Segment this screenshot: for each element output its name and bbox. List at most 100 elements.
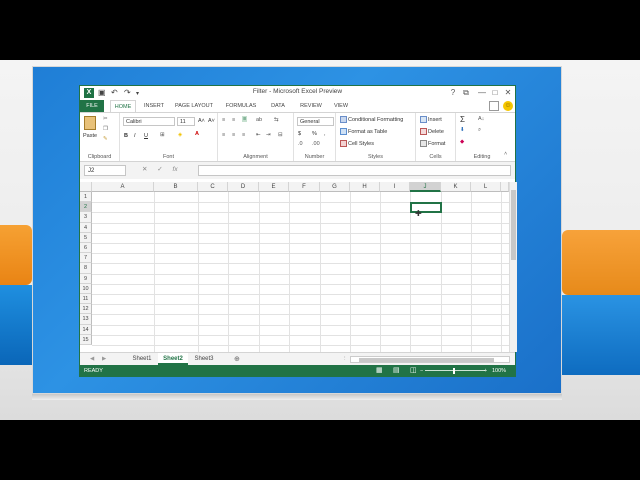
- tab-data[interactable]: DATA: [265, 100, 291, 112]
- enter-icon[interactable]: ✓: [157, 166, 162, 173]
- row-header[interactable]: 15: [80, 334, 92, 345]
- autosum-button[interactable]: Σ: [460, 115, 465, 124]
- insert-cells-button[interactable]: Insert: [420, 116, 442, 123]
- zoom-level[interactable]: 100%: [492, 365, 506, 377]
- tab-home[interactable]: HOME: [110, 100, 136, 112]
- cancel-icon[interactable]: ✕: [142, 166, 147, 173]
- currency-button[interactable]: $: [298, 131, 301, 137]
- column-header-selected[interactable]: J: [410, 182, 441, 192]
- row-header[interactable]: 13: [80, 314, 92, 325]
- page-break-view-icon[interactable]: ◫: [410, 365, 417, 377]
- shrink-font-button[interactable]: A˅: [208, 118, 215, 124]
- zoom-slider-knob[interactable]: [453, 368, 455, 374]
- select-all-corner[interactable]: [80, 182, 92, 192]
- conditional-formatting-button[interactable]: Conditional Formatting: [340, 116, 403, 123]
- orientation-icon[interactable]: ab: [256, 117, 262, 123]
- column-header[interactable]: D: [228, 182, 259, 192]
- sheet-tab-active[interactable]: Sheet2: [158, 353, 188, 365]
- formula-input[interactable]: [198, 165, 511, 176]
- prev-sheet-icon[interactable]: ◀: [90, 356, 94, 362]
- tab-insert[interactable]: INSERT: [140, 100, 168, 112]
- format-painter-icon[interactable]: ✎: [103, 136, 108, 142]
- row-header[interactable]: 7: [80, 253, 92, 264]
- minimize-button[interactable]: —: [477, 87, 487, 98]
- zoom-out-button[interactable]: −: [420, 365, 423, 377]
- row-header[interactable]: 8: [80, 263, 92, 274]
- percent-button[interactable]: %: [312, 131, 317, 137]
- sort-filter-icon[interactable]: A↓: [478, 116, 484, 122]
- row-header[interactable]: 12: [80, 304, 92, 315]
- cell-styles-button[interactable]: Cell Styles: [340, 140, 374, 147]
- align-left-icon[interactable]: ≡: [222, 132, 225, 138]
- row-header[interactable]: 9: [80, 273, 92, 284]
- font-color-icon[interactable]: A: [195, 131, 199, 137]
- sheet-bar-splitter[interactable]: ⋮: [342, 356, 348, 362]
- column-header[interactable]: C: [198, 182, 228, 192]
- zoom-slider[interactable]: [425, 370, 485, 371]
- feedback-smiley-icon[interactable]: ☺: [503, 101, 513, 111]
- row-header-selected[interactable]: 2: [80, 202, 92, 213]
- delete-cells-button[interactable]: Delete: [420, 128, 444, 135]
- row-header[interactable]: 10: [80, 283, 92, 294]
- column-header[interactable]: A: [92, 182, 154, 192]
- column-header[interactable]: I: [380, 182, 410, 192]
- decrease-indent-icon[interactable]: ⇤: [256, 132, 261, 138]
- insert-function-button[interactable]: fx: [173, 166, 178, 173]
- format-as-table-button[interactable]: Format as Table: [340, 128, 387, 135]
- add-sheet-button[interactable]: ⊕: [234, 355, 240, 363]
- row-header[interactable]: 1: [80, 192, 92, 203]
- grow-font-button[interactable]: A˄: [198, 118, 205, 124]
- column-header[interactable]: E: [259, 182, 289, 192]
- borders-icon[interactable]: ⊞: [160, 132, 165, 138]
- column-header[interactable]: K: [441, 182, 471, 192]
- align-middle-icon[interactable]: ≡: [232, 117, 235, 123]
- column-header[interactable]: G: [320, 182, 350, 192]
- fill-color-icon[interactable]: ◈: [178, 132, 182, 138]
- paste-button[interactable]: Paste: [83, 133, 97, 139]
- align-right-icon[interactable]: ≡: [242, 132, 245, 138]
- italic-button[interactable]: I: [134, 133, 136, 139]
- horizontal-scrollbar[interactable]: [350, 356, 510, 363]
- paste-icon[interactable]: [84, 116, 96, 130]
- row-header[interactable]: 6: [80, 243, 92, 254]
- merge-center-icon[interactable]: ⊟: [278, 132, 283, 138]
- clear-icon[interactable]: ◆: [460, 139, 464, 145]
- underline-button[interactable]: U: [144, 133, 148, 139]
- align-top-icon[interactable]: ≡: [222, 117, 225, 123]
- close-button[interactable]: ✕: [503, 87, 513, 98]
- normal-view-icon[interactable]: ▦: [376, 365, 383, 377]
- row-header[interactable]: 14: [80, 324, 92, 335]
- bold-button[interactable]: B: [124, 133, 128, 139]
- find-select-icon[interactable]: ⌕: [478, 127, 481, 134]
- zoom-in-button[interactable]: +: [484, 365, 487, 377]
- tab-review[interactable]: REVIEW: [296, 100, 326, 112]
- user-account-icon[interactable]: [489, 101, 499, 111]
- tab-page-layout[interactable]: PAGE LAYOUT: [173, 100, 215, 112]
- maximize-button[interactable]: □: [490, 87, 500, 98]
- number-format-dropdown[interactable]: General: [297, 117, 334, 126]
- tab-view[interactable]: VIEW: [330, 100, 352, 112]
- tab-formulas[interactable]: FORMULAS: [223, 100, 259, 112]
- sheet-tab[interactable]: Sheet1: [128, 353, 156, 365]
- align-bottom-icon[interactable]: ≡: [242, 116, 248, 122]
- page-layout-view-icon[interactable]: ▤: [393, 365, 400, 377]
- sheet-tab[interactable]: Sheet3: [190, 353, 218, 365]
- align-center-icon[interactable]: ≡: [232, 132, 235, 138]
- row-header[interactable]: 4: [80, 222, 92, 233]
- vertical-scroll-thumb[interactable]: [511, 190, 516, 260]
- tab-file[interactable]: FILE: [80, 100, 104, 112]
- row-header[interactable]: 5: [80, 232, 92, 243]
- vertical-scrollbar[interactable]: [509, 182, 517, 352]
- row-header[interactable]: 11: [80, 294, 92, 305]
- copy-icon[interactable]: ❐: [103, 126, 108, 132]
- font-name-dropdown[interactable]: Calibri: [123, 117, 175, 126]
- wrap-text-icon[interactable]: ⇆: [274, 117, 279, 123]
- horizontal-scroll-thumb[interactable]: [359, 358, 494, 362]
- increase-decimal-icon[interactable]: .0: [298, 141, 303, 147]
- comma-button[interactable]: ,: [324, 131, 326, 137]
- spreadsheet-grid[interactable]: A B C D E F G H I J K L 1 2 3 4 5 6 7 8 …: [80, 182, 509, 352]
- row-header[interactable]: 3: [80, 212, 92, 223]
- ribbon-display-button[interactable]: ⧉: [461, 87, 471, 98]
- column-header[interactable]: L: [471, 182, 501, 192]
- fill-icon[interactable]: ⬇: [460, 127, 465, 133]
